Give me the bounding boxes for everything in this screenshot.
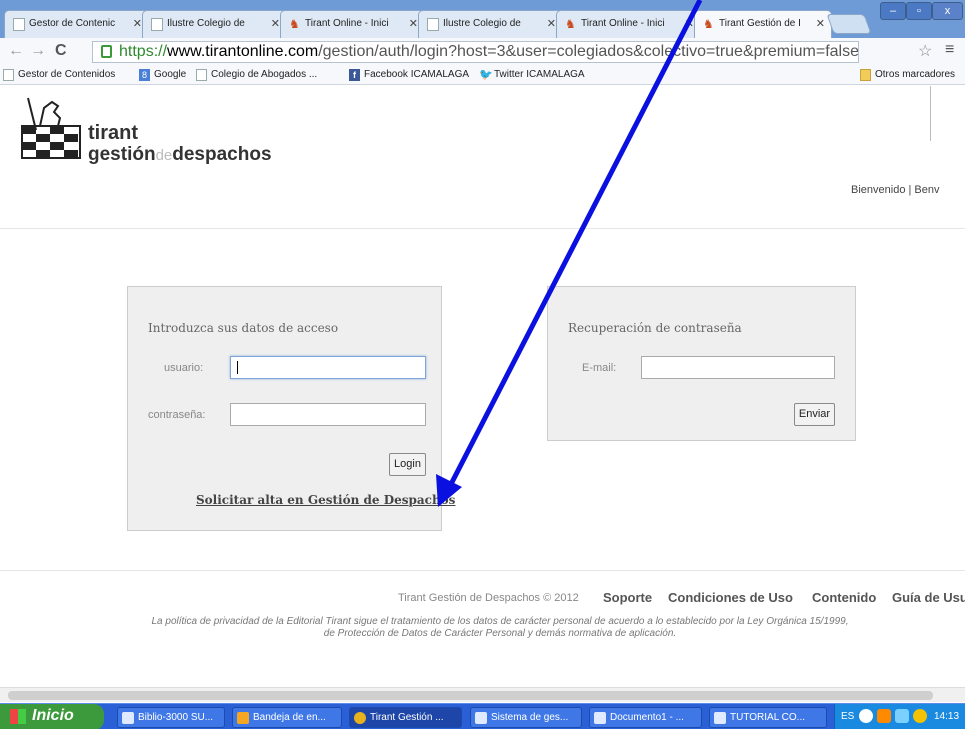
taskbar-item-tutorial[interactable]: TUTORIAL CO... [709, 707, 827, 728]
app-icon [122, 712, 134, 724]
taskbar-item-sistema[interactable]: Sistema de ges... [470, 707, 582, 728]
arrow-shaft [445, 0, 703, 492]
clock[interactable]: 14:13 [934, 711, 959, 722]
windows-taskbar: Inicio Biblio-3000 SU... Bandeja de en..… [0, 703, 965, 729]
chrome-icon [354, 712, 366, 724]
tray-app-icon[interactable] [895, 709, 909, 723]
language-indicator[interactable]: ES [841, 711, 854, 722]
tray-app-icon[interactable] [877, 709, 891, 723]
start-button[interactable]: Inicio [0, 704, 104, 729]
taskbar-item-tirant[interactable]: Tirant Gestión ... [349, 707, 462, 728]
scrollbar-thumb[interactable] [8, 691, 933, 700]
app-icon [475, 712, 487, 724]
browser-window: Gestor de Contenic ✕ Ilustre Colegio de … [0, 0, 965, 729]
word-icon [594, 712, 606, 724]
arrow-head [436, 474, 462, 507]
tray-app-icon[interactable] [913, 709, 927, 723]
taskbar-item-bandeja[interactable]: Bandeja de en... [232, 707, 342, 728]
taskbar-item-biblio[interactable]: Biblio-3000 SU... [117, 707, 225, 728]
network-icon[interactable] [859, 709, 873, 723]
windows-logo-icon [10, 709, 26, 724]
system-tray: ES 14:13 [834, 704, 965, 729]
mail-icon [237, 712, 249, 724]
annotation-arrow [436, 0, 703, 507]
taskbar-item-documento[interactable]: Documento1 - ... [589, 707, 702, 728]
word-icon [714, 712, 726, 724]
horizontal-scrollbar[interactable] [0, 687, 965, 702]
